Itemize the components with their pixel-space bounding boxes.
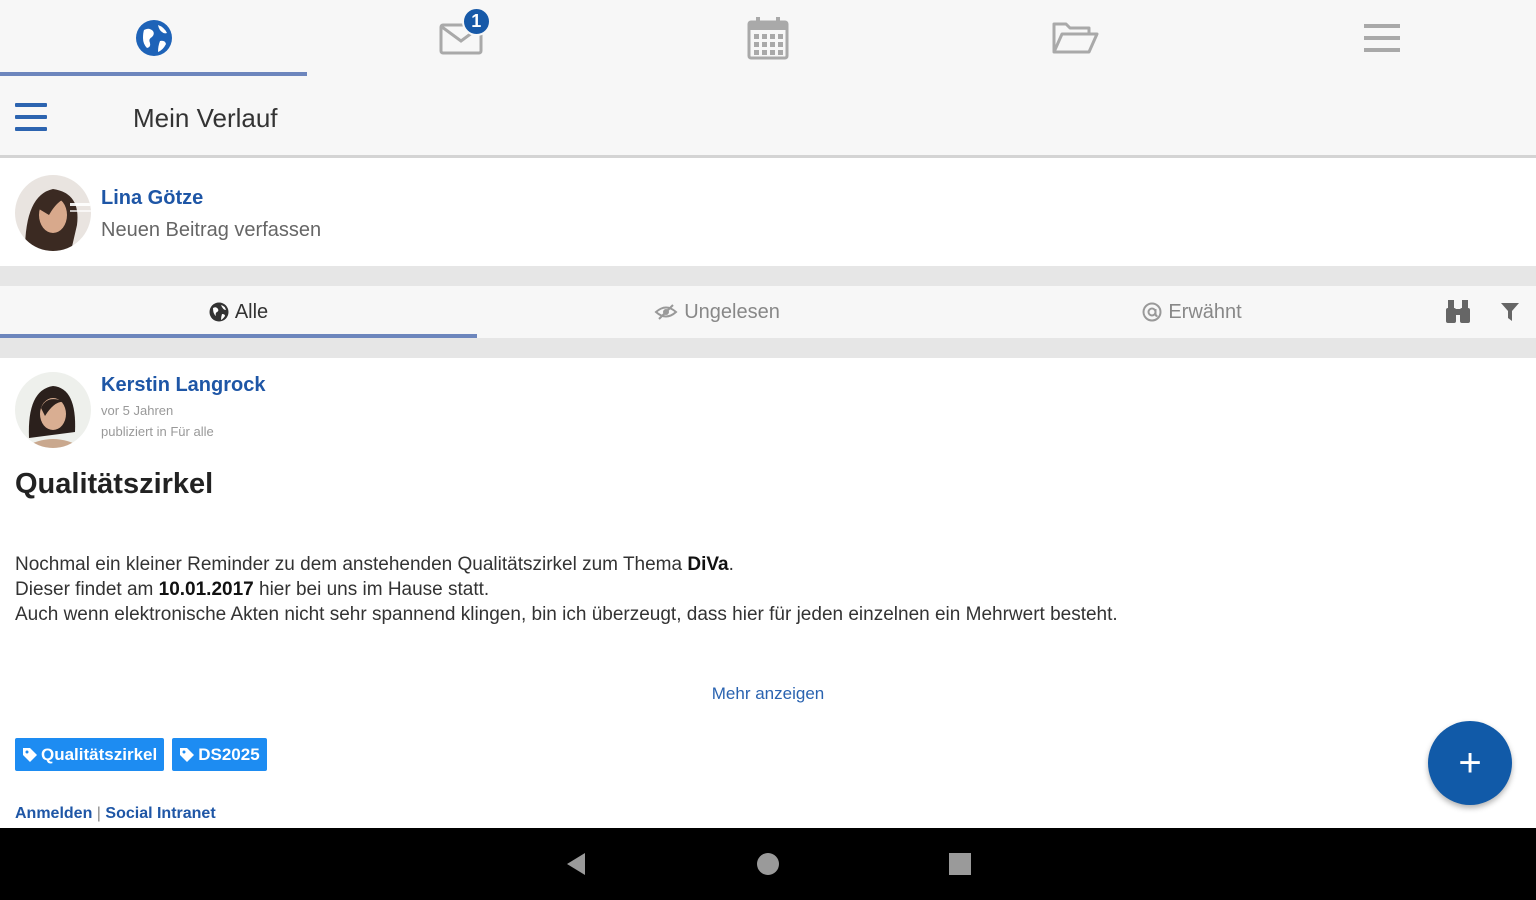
globe-icon: [209, 302, 229, 322]
current-user-name[interactable]: Lina Götze: [101, 187, 203, 210]
calendar-icon: [747, 17, 789, 60]
plus-icon: +: [1458, 740, 1482, 785]
globe-icon: [135, 20, 172, 56]
nav-tab-more[interactable]: [1229, 0, 1536, 76]
home-icon[interactable]: [757, 853, 779, 875]
menu-icon-bar: [15, 115, 47, 119]
footer-links: Anmelden | Social Intranet: [15, 805, 216, 823]
post-timestamp: vor 5 Jahren: [101, 403, 174, 418]
back-icon[interactable]: [565, 852, 587, 876]
show-more-link[interactable]: Mehr anzeigen: [0, 684, 1536, 704]
tab-mentioned-label: Erwähnt: [1168, 300, 1242, 323]
post-published-in: publiziert in Für alle: [101, 424, 214, 439]
filter-icon[interactable]: [1500, 302, 1520, 322]
post-composer[interactable]: Lina Götze Neuen Beitrag verfassen: [0, 158, 1536, 266]
system-navigation-bar: [0, 828, 1536, 900]
eye-slash-icon: [654, 304, 678, 320]
divider: [0, 266, 1536, 286]
tag-badge[interactable]: Qualitätszirkel: [15, 738, 165, 771]
tab-all-label: Alle: [234, 300, 269, 323]
tab-unread[interactable]: Ungelesen: [477, 286, 957, 338]
tag-badge[interactable]: DS2025: [172, 738, 267, 771]
add-post-button[interactable]: +: [1428, 721, 1512, 805]
recent-apps-icon[interactable]: [949, 853, 971, 875]
hamburger-menu-button[interactable]: [13, 100, 49, 134]
post-author[interactable]: Kerstin Langrock: [101, 374, 265, 397]
post-body: Nochmal ein kleiner Reminder zu dem anst…: [15, 552, 1265, 627]
new-post-prompt[interactable]: Neuen Beitrag verfassen: [101, 219, 321, 242]
nav-tab-messages[interactable]: 1: [307, 0, 614, 76]
post-body-line: Auch wenn elektronische Akten nicht sehr…: [15, 604, 1118, 625]
post-card: Kerstin Langrock vor 5 Jahren publiziert…: [0, 358, 1536, 828]
tab-mentioned[interactable]: Erwähnt: [957, 286, 1427, 338]
folder-open-icon: [1052, 22, 1099, 54]
nav-tab-files[interactable]: [922, 0, 1229, 76]
at-icon: [1142, 302, 1162, 322]
post-title: Qualitätszirkel: [15, 468, 214, 500]
tag-list: Qualitätszirkel DS2025: [15, 738, 267, 771]
tag-icon: [23, 747, 37, 762]
menu-icon-bar: [15, 103, 47, 107]
tag-icon: [180, 747, 195, 762]
social-intranet-link[interactable]: Social Intranet: [105, 805, 215, 822]
unread-badge: 1: [461, 7, 491, 36]
avatar[interactable]: [15, 175, 91, 251]
page-header: Mein Verlauf: [0, 76, 1536, 158]
nav-tab-activity[interactable]: [0, 0, 308, 76]
login-link[interactable]: Anmelden: [15, 805, 92, 822]
tab-all[interactable]: Alle: [0, 286, 477, 338]
nav-tab-calendar[interactable]: [614, 0, 921, 76]
menu-icon-bar: [15, 127, 47, 131]
page-title: Mein Verlauf: [133, 103, 278, 133]
menu-icon: [1364, 24, 1401, 52]
post-body-line: Dieser findet am 10.01.2017 hier bei uns…: [15, 579, 490, 600]
tab-unread-label: Ungelesen: [684, 300, 780, 323]
top-navigation: 1: [0, 0, 1536, 76]
filter-tabs: Alle Ungelesen Erwähnt: [0, 286, 1536, 338]
avatar[interactable]: [15, 372, 91, 448]
separator: |: [96, 805, 101, 822]
binoculars-icon[interactable]: [1444, 298, 1472, 324]
divider: [0, 338, 1536, 358]
post-body-line: Nochmal ein kleiner Reminder zu dem anst…: [15, 554, 734, 575]
